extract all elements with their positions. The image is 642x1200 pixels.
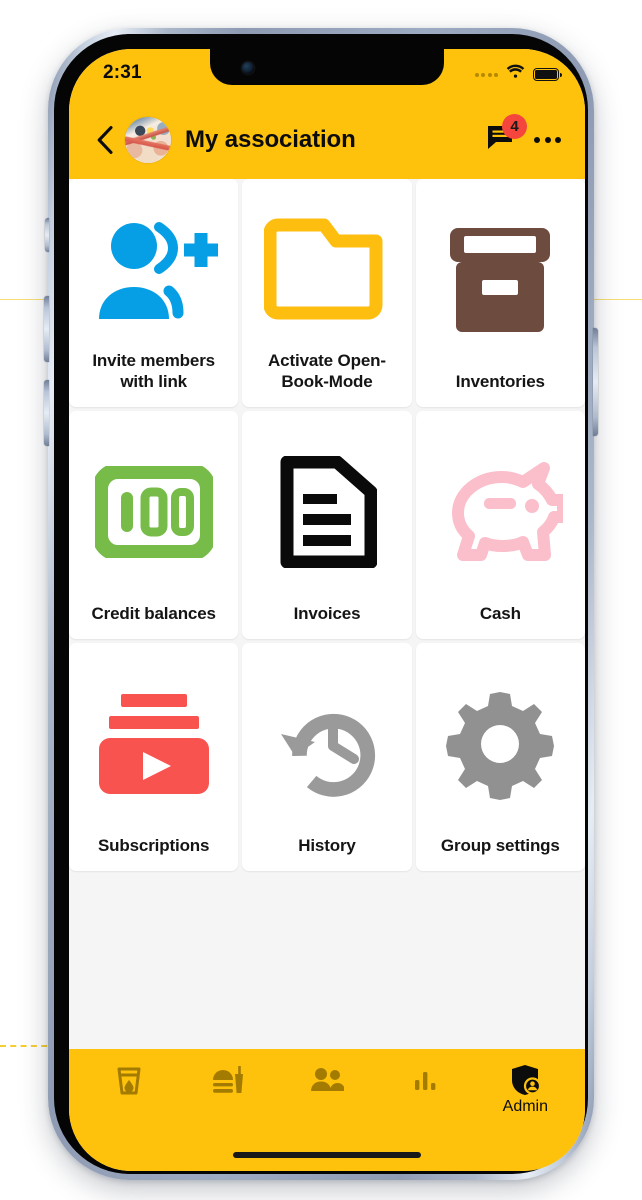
nav-item-statistics[interactable] xyxy=(384,1063,468,1123)
tile-invite-members[interactable]: Invite members with link xyxy=(69,179,239,407)
chat-button[interactable]: 4 xyxy=(486,114,527,156)
tile-cash[interactable]: Cash xyxy=(415,411,585,639)
more-options-icon[interactable] xyxy=(532,129,563,151)
piggy-bank-icon xyxy=(422,421,579,603)
wifi-icon xyxy=(505,64,526,85)
credit-100-icon xyxy=(75,421,232,603)
nav-item-food[interactable] xyxy=(186,1063,270,1123)
inventory-box-icon xyxy=(422,189,579,371)
tile-activate-open-book-mode[interactable]: Activate Open-Book-Mode xyxy=(242,179,412,407)
person-add-icon xyxy=(75,189,232,350)
home-indicator[interactable] xyxy=(233,1152,421,1158)
chat-badge: 4 xyxy=(502,114,527,139)
tile-label: Group settings xyxy=(440,836,560,856)
tile-history[interactable]: History xyxy=(242,643,412,871)
signal-dots-icon xyxy=(474,72,498,77)
open-folder-icon xyxy=(248,189,405,350)
tile-group-settings[interactable]: Group settings xyxy=(415,643,585,871)
tile-label: Credit balances xyxy=(91,604,216,624)
bar-chart-icon xyxy=(413,1063,439,1097)
tile-label: Invite members with link xyxy=(92,350,215,392)
gear-icon xyxy=(422,653,579,835)
status-bar-clock: 2:31 xyxy=(103,62,142,83)
phone-screen: 2:31 My association 4 Invite members wit… xyxy=(69,49,585,1171)
volume-down-button[interactable] xyxy=(44,380,49,446)
front-camera-icon xyxy=(242,62,254,74)
nav-item-admin[interactable]: Admin xyxy=(483,1063,567,1123)
back-button[interactable] xyxy=(89,120,119,160)
tile-label: Subscriptions xyxy=(97,836,210,856)
avatar[interactable] xyxy=(125,117,171,163)
tile-subscriptions[interactable]: Subscriptions xyxy=(69,643,239,871)
phone-device-frame: 2:31 My association 4 Invite members wit… xyxy=(44,28,598,1180)
tile-credit-balances[interactable]: Credit balances xyxy=(69,411,239,639)
mute-switch-button[interactable] xyxy=(45,218,49,252)
chevron-left-icon xyxy=(97,126,113,154)
app-bar: My association 4 xyxy=(69,101,585,179)
tile-label: Inventories xyxy=(455,372,545,392)
notch xyxy=(210,49,444,85)
subscriptions-play-icon xyxy=(75,653,232,835)
nav-item-drinks[interactable] xyxy=(87,1063,171,1123)
page-title: My association xyxy=(185,126,356,153)
app-bar-actions: 4 xyxy=(486,114,563,156)
document-invoice-icon xyxy=(248,421,405,603)
tile-label: Invoices xyxy=(293,604,361,624)
tile-label: History xyxy=(298,836,356,856)
food-burger-icon xyxy=(211,1063,245,1097)
tile-label: Cash xyxy=(479,604,521,624)
tile-inventories[interactable]: Inventories xyxy=(415,179,585,407)
shield-admin-icon xyxy=(510,1063,541,1097)
tile-invoices[interactable]: Invoices xyxy=(242,411,412,639)
volume-up-button[interactable] xyxy=(44,296,49,362)
drink-glass-icon xyxy=(115,1063,143,1097)
action-tile-grid: Invite members with link Activate Open-B… xyxy=(69,179,585,871)
nav-item-members[interactable] xyxy=(285,1063,369,1123)
main-content: Invite members with link Activate Open-B… xyxy=(69,179,585,1049)
history-clock-icon xyxy=(248,653,405,835)
power-button[interactable] xyxy=(593,328,598,436)
people-icon xyxy=(310,1063,344,1097)
nav-label: Admin xyxy=(502,1098,549,1115)
status-bar-indicators xyxy=(474,63,562,85)
tile-label: Activate Open-Book-Mode xyxy=(268,350,386,392)
battery-full-icon xyxy=(533,68,562,81)
phone-bezel: 2:31 My association 4 Invite members wit… xyxy=(54,34,588,1174)
